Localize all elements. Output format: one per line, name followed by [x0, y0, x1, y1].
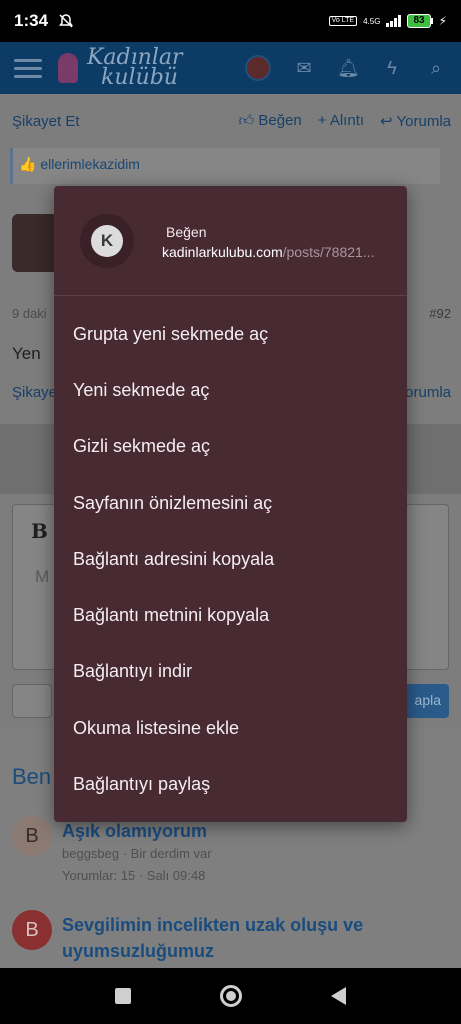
- user-avatar[interactable]: [245, 55, 271, 81]
- muted-bell-icon: [59, 14, 74, 28]
- post-text: Yen: [12, 344, 41, 363]
- site-logo[interactable]: Kadınlar kulübü: [58, 47, 183, 90]
- network-type: 4.5G: [363, 16, 381, 26]
- system-nav-bar: [0, 968, 461, 1024]
- reaction-user: ellerimlekazidim: [40, 156, 140, 172]
- thread-item[interactable]: B Aşık olamıyorum beggsbeg · Bir derdim …: [12, 816, 451, 886]
- menu-item-copy-link-address[interactable]: Bağlantı adresini kopyala: [54, 531, 407, 587]
- favicon-letter: K: [91, 225, 123, 257]
- logo-mascot-icon: [58, 53, 78, 83]
- search-icon[interactable]: ⌕: [425, 57, 447, 79]
- reply-label: Yorumla: [396, 113, 451, 130]
- post-actions: Şikayet Et 👍︎ Beğen + Alıntı ↩ Yorumla: [12, 112, 451, 130]
- site-header: Kadınlar kulübü ✉ 🔔︎ ϟ ⌕: [0, 42, 461, 94]
- post-time: 9 daki: [12, 306, 47, 321]
- link-url-path: /posts/78821...: [282, 244, 375, 260]
- link-url-domain: kadinlarkulubu.com: [162, 244, 283, 260]
- menu-icon[interactable]: [14, 58, 42, 78]
- menu-item-share-link[interactable]: Bağlantıyı paylaş: [54, 756, 407, 812]
- menu-item-open-in-new-tab[interactable]: Yeni sekmede aç: [54, 362, 407, 418]
- site-favicon: K: [80, 214, 134, 268]
- thumbs-up-emoji-icon: 👍: [19, 156, 41, 172]
- lightning-icon[interactable]: ϟ: [381, 57, 403, 79]
- thumbs-up-icon: 👍︎: [238, 112, 259, 129]
- thread-meta: beggsbeg · Bir derdim var: [62, 846, 212, 861]
- reply-icon: ↩: [380, 113, 397, 130]
- battery-level: 83: [407, 14, 431, 28]
- link-context-menu: K Beğen kadinlarkulubu.com/posts/78821..…: [54, 186, 407, 822]
- thread-title[interactable]: Sevgilimin incelikten uzak oluşu ve uyum…: [62, 912, 451, 964]
- like-link[interactable]: 👍︎ Beğen: [239, 112, 302, 130]
- volte-badge: Vo LTE: [328, 16, 358, 26]
- link-url: kadinlarkulubu.com/posts/78821...: [162, 244, 392, 260]
- similar-threads-title: Ben: [12, 764, 52, 789]
- charging-icon: ⚡: [438, 14, 447, 28]
- editor-placeholder: M: [35, 567, 50, 586]
- menu-header: K Beğen kadinlarkulubu.com/posts/78821..…: [54, 186, 407, 296]
- menu-item-add-to-reading-list[interactable]: Okuma listesine ekle: [54, 700, 407, 756]
- menu-item-preview-page[interactable]: Sayfanın önizlemesini aç: [54, 475, 407, 531]
- thread-item[interactable]: B Sevgilimin incelikten uzak oluşu ve uy…: [12, 910, 451, 970]
- battery-icon: 83: [407, 14, 433, 28]
- menu-items: Grupta yeni sekmede aç Yeni sekmede aç G…: [54, 296, 407, 813]
- post-avatar[interactable]: [12, 214, 58, 272]
- recents-icon[interactable]: [114, 988, 131, 1004]
- link-title: Beğen: [166, 224, 207, 240]
- menu-item-open-in-group-tab[interactable]: Grupta yeni sekmede aç: [54, 306, 407, 362]
- reply-link-2[interactable]: orumla: [405, 384, 451, 401]
- thread-avatar: B: [12, 816, 52, 856]
- signal-icon: [386, 15, 402, 27]
- bold-button[interactable]: B: [31, 519, 48, 543]
- reaction-line[interactable]: 👍 ellerimlekazidim: [10, 148, 440, 184]
- post-number[interactable]: #92: [429, 306, 451, 321]
- quote-link[interactable]: + Alıntı: [318, 112, 364, 130]
- menu-item-open-in-incognito[interactable]: Gizli sekmede aç: [54, 419, 407, 475]
- status-time: 1:34: [14, 11, 49, 30]
- menu-item-download-link[interactable]: Bağlantıyı indir: [54, 644, 407, 700]
- bell-icon[interactable]: 🔔︎: [337, 57, 360, 79]
- status-bar: 1:34 Vo LTE 4.5G 83 ⚡: [0, 0, 461, 42]
- logo-line2: kulübü: [101, 65, 178, 90]
- report-link-2[interactable]: Şikaye: [12, 384, 57, 401]
- home-icon[interactable]: [219, 985, 242, 1007]
- thread-avatar: B: [12, 910, 52, 950]
- attach-button[interactable]: [12, 684, 52, 718]
- envelope-icon[interactable]: ✉: [293, 57, 315, 79]
- thread-stats: Yorumlar: 15 · Salı 09:48: [62, 868, 206, 883]
- report-link[interactable]: Şikayet Et: [12, 113, 80, 130]
- back-icon[interactable]: [331, 987, 347, 1005]
- menu-item-copy-link-text[interactable]: Bağlantı metnini kopyala: [54, 587, 407, 643]
- reply-link[interactable]: ↩ Yorumla: [380, 112, 451, 130]
- like-label: Beğen: [258, 112, 302, 129]
